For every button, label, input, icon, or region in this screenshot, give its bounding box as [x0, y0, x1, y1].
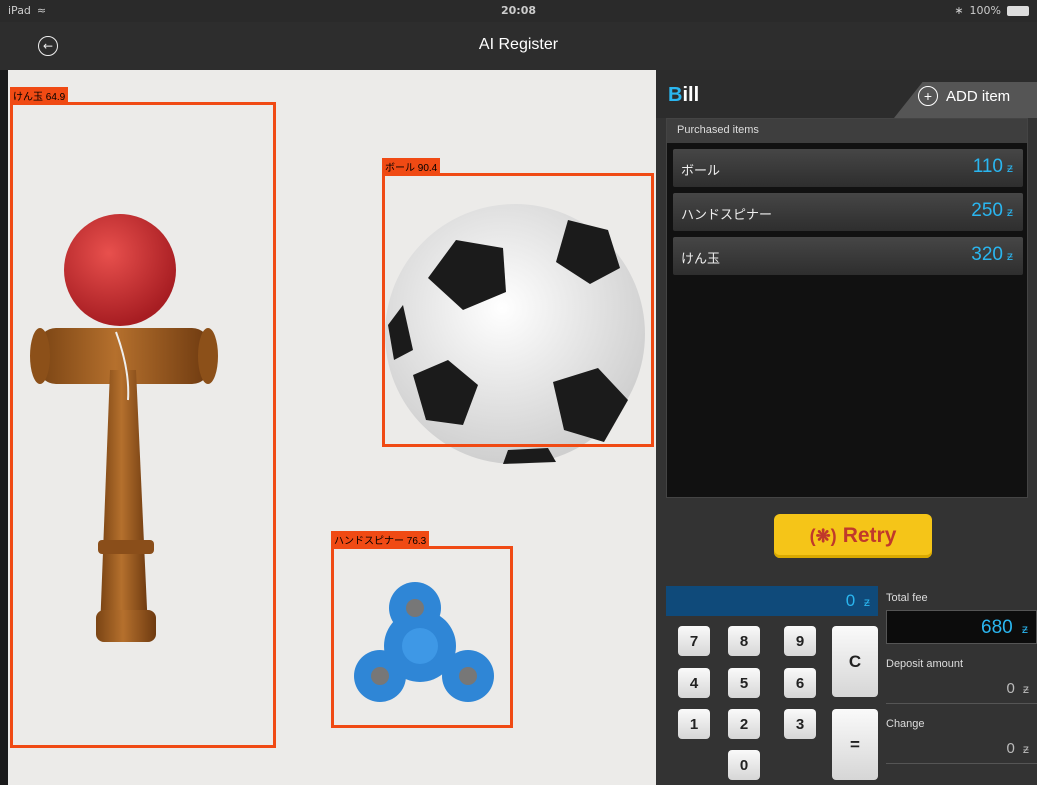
key-2[interactable]: 2 — [728, 709, 760, 739]
items-header: Purchased items — [667, 119, 1027, 143]
retry-button[interactable]: (❋) Retry — [774, 514, 932, 558]
key-9[interactable]: 9 — [784, 626, 816, 656]
currency-icon: ƶ — [864, 595, 870, 609]
deposit-amount-label: Deposit amount — [886, 658, 964, 670]
bluetooth-icon: ∗ — [954, 4, 964, 17]
currency-icon: ƶ — [1023, 742, 1029, 756]
list-item[interactable]: ハンドスピナー 250 ƶ — [673, 193, 1023, 231]
key-4[interactable]: 4 — [678, 668, 710, 698]
total-fee-label: Total fee — [886, 592, 928, 604]
item-price: 110 ƶ — [972, 156, 1013, 177]
list-item[interactable]: けん玉 320 ƶ — [673, 237, 1023, 275]
equals-button[interactable]: = — [832, 709, 878, 780]
key-7[interactable]: 7 — [678, 626, 710, 656]
detection-label-ball: ボール 90.4 — [382, 158, 441, 175]
currency-icon: ƶ — [1007, 249, 1013, 263]
purchased-items-list: Purchased items ボール 110 ƶ ハンドスピナー 250 ƶ けん… — [666, 118, 1028, 498]
page-title: AI Register — [478, 36, 559, 53]
item-price: 250 ƶ — [971, 200, 1013, 221]
list-item[interactable]: ボール 110 ƶ — [673, 149, 1023, 187]
item-name: ハンドスピナー — [681, 208, 773, 223]
bill-title: Bill — [668, 84, 700, 106]
deposit-amount-value: 0 ƶ — [886, 676, 1037, 704]
amount-input-display: 0 ƶ — [666, 586, 878, 616]
item-price: 320 ƶ — [971, 244, 1013, 265]
currency-icon: ƶ — [1023, 682, 1029, 696]
add-item-button[interactable]: + ADD item — [918, 86, 1010, 106]
total-fee-value: 680 ƶ — [886, 610, 1037, 644]
key-3[interactable]: 3 — [784, 709, 816, 739]
detection-box-ball — [382, 173, 654, 447]
key-6[interactable]: 6 — [784, 668, 816, 698]
currency-icon: ƶ — [1007, 205, 1013, 219]
bill-panel: Bill + ADD item Purchased items ボール 110 ƶ… — [656, 70, 1037, 785]
key-5[interactable]: 5 — [728, 668, 760, 698]
battery-percent: 100% — [969, 4, 1001, 17]
key-8[interactable]: 8 — [728, 626, 760, 656]
currency-icon: ƶ — [1007, 161, 1013, 175]
detection-box-kendama — [10, 102, 276, 748]
key-0[interactable]: 0 — [728, 750, 760, 780]
detection-label-spinner: ハンドスピナー 76.3 — [331, 531, 430, 548]
key-1[interactable]: 1 — [678, 709, 710, 739]
change-value: 0 ƶ — [886, 736, 1037, 764]
currency-icon: ƶ — [1022, 622, 1028, 636]
detection-box-spinner — [331, 546, 513, 728]
clear-button[interactable]: C — [832, 626, 878, 697]
nav-bar: ← AI Register — [0, 22, 1037, 70]
item-name: ボール — [681, 164, 721, 179]
status-time: 20:08 — [500, 4, 536, 17]
change-label: Change — [886, 718, 925, 730]
brain-icon: (❋) — [809, 525, 837, 546]
item-name: けん玉 — [681, 252, 721, 267]
detection-label-kendama: けん玉 64.9 — [10, 87, 69, 104]
camera-view: けん玉 64.9 ボール 90.4 ハンドスピナー 76.3 — [8, 70, 656, 785]
status-bar: iPad ≈ 20:08 ∗ 100% — [0, 0, 1037, 22]
plus-circle-icon: + — [918, 86, 938, 106]
bill-header: Bill + ADD item — [656, 70, 1037, 118]
battery-icon — [1007, 5, 1029, 16]
